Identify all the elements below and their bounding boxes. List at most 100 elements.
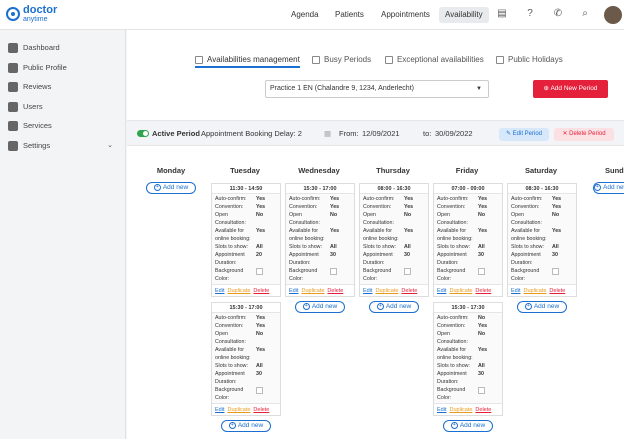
sidebar-item-dashboard[interactable]: Dashboard [8, 41, 60, 55]
color-swatch[interactable] [478, 387, 485, 394]
nav-patients[interactable]: Patients [329, 7, 370, 23]
reviews-icon [8, 82, 18, 93]
field-label: Auto-confirm: [437, 196, 469, 202]
add-new-button-friday[interactable]: + Add new [443, 420, 493, 432]
field-value: No [256, 331, 264, 337]
field-value: Yes [256, 323, 266, 329]
card-row-avail: Available for online booking: Yes [289, 227, 351, 243]
settings-icon [8, 141, 18, 152]
phone-icon[interactable]: ✆ [552, 8, 564, 20]
color-swatch[interactable] [256, 268, 263, 275]
card-row-conv: Convention: Yes [511, 203, 573, 211]
delete-period-button[interactable]: ✕ Delete Period [554, 128, 614, 141]
edit-period-button[interactable]: ✎ Edit Period [499, 128, 549, 141]
nav-availability[interactable]: Availability [439, 7, 489, 23]
add-new-button-wednesday[interactable]: + Add new [295, 301, 345, 313]
delete-link[interactable]: Delete [475, 288, 491, 294]
avatar[interactable] [604, 6, 622, 24]
field-label: Background Color: [289, 268, 318, 282]
add-new-button-monday[interactable]: + Add new [146, 182, 196, 194]
add-new-button-thursday[interactable]: + Add new [369, 301, 419, 313]
add-new-label: Add new [603, 184, 624, 191]
doctor-anytime-logo[interactable]: doctor anytime [6, 4, 86, 26]
card-row-slots: Slots to show: All [215, 362, 277, 370]
practice-select[interactable]: Practice 1 EN (Chalandre 9, 1234, Anderl… [265, 80, 489, 98]
field-value: Yes [256, 204, 266, 210]
card-row-auto: Auto-confirm: No [437, 314, 499, 322]
duplicate-link[interactable]: Duplicate [227, 288, 250, 294]
delete-link[interactable]: Delete [549, 288, 565, 294]
card-row-open: Open Consultation: No [437, 211, 499, 227]
field-value: Yes [256, 347, 266, 353]
color-swatch[interactable] [256, 387, 263, 394]
add-new-button-sunday[interactable]: +Add new [593, 182, 624, 194]
edit-link[interactable]: Edit [511, 288, 520, 294]
card-row-slots: Slots to show: All [437, 243, 499, 251]
booking-delay: Appointment Booking Delay: 2 [201, 129, 302, 138]
card-row-open: Open Consultation: No [215, 211, 277, 227]
plus-circle-icon: + [524, 302, 532, 310]
chevron-down-icon[interactable]: ⌄ [107, 141, 113, 149]
availability-card: 08:30 - 16:30 Auto-confirm: Yes Convention:… [507, 183, 577, 297]
sidebar-item-reviews[interactable]: Reviews [8, 80, 51, 94]
color-swatch[interactable] [330, 268, 337, 275]
sidebar-item-public-profile[interactable]: Public Profile [8, 61, 67, 75]
duplicate-link[interactable]: Duplicate [449, 407, 472, 413]
card-row-bg: Background Color: [511, 267, 573, 283]
duplicate-link[interactable]: Duplicate [227, 407, 250, 413]
messages-icon[interactable]: ▤ [496, 8, 508, 20]
duplicate-link[interactable]: Duplicate [375, 288, 398, 294]
availability-card: 15:30 - 17:00 Auto-confirm: Yes Convention:… [211, 302, 281, 416]
nav-appointments[interactable]: Appointments [375, 7, 436, 23]
help-icon[interactable]: ? [524, 8, 536, 20]
edit-link[interactable]: Edit [215, 288, 224, 294]
field-value: 20 [256, 252, 262, 258]
field-label: Convention: [437, 323, 466, 329]
color-swatch[interactable] [478, 268, 485, 275]
delete-link[interactable]: Delete [327, 288, 343, 294]
card-row-slots: Slots to show: All [363, 243, 425, 251]
tab-busy-periods[interactable]: Busy Periods [312, 52, 371, 68]
card-row-conv: Convention: Yes [437, 203, 499, 211]
logo-icon [6, 7, 20, 21]
field-label: Background Color: [511, 268, 540, 282]
edit-link[interactable]: Edit [215, 407, 224, 413]
color-swatch[interactable] [404, 268, 411, 275]
sidebar-item-label: Reviews [23, 82, 52, 91]
sidebar-item-users[interactable]: Users [8, 100, 43, 114]
nav-agenda[interactable]: Agenda [285, 7, 325, 23]
sidebar-item-settings[interactable]: Settings [8, 139, 50, 153]
card-row-auto: Auto-confirm: Yes [289, 195, 351, 203]
field-label: Appointment Duration: [289, 252, 319, 266]
field-value: No [330, 212, 338, 218]
edit-link[interactable]: Edit [437, 288, 446, 294]
search-icon[interactable]: ⌕ [579, 8, 591, 20]
add-new-button-saturday[interactable]: + Add new [517, 301, 567, 313]
edit-link[interactable]: Edit [289, 288, 298, 294]
delete-link[interactable]: Delete [253, 288, 269, 294]
delete-link[interactable]: Delete [401, 288, 417, 294]
tab-availabilities-management[interactable]: Availabilities management [195, 52, 300, 68]
sidebar-item-services[interactable]: Services [8, 119, 52, 133]
field-value: Yes [478, 347, 488, 353]
calendar-icon: ▦ [324, 129, 332, 138]
edit-link[interactable]: Edit [363, 288, 372, 294]
field-label: Available for online booking: [437, 347, 473, 361]
add-new-button-tuesday[interactable]: + Add new [221, 420, 271, 432]
color-swatch[interactable] [552, 268, 559, 275]
delete-link[interactable]: Delete [253, 407, 269, 413]
from-date: 12/09/2021 [362, 129, 400, 138]
card-actions: Edit Duplicate Delete [212, 284, 280, 296]
duplicate-link[interactable]: Duplicate [449, 288, 472, 294]
duplicate-link[interactable]: Duplicate [523, 288, 546, 294]
active-period-toggle[interactable] [137, 130, 149, 137]
field-label: Appointment Duration: [363, 252, 393, 266]
add-new-label: Add new [237, 422, 264, 429]
tab-public-holidays[interactable]: Public Holidays [496, 52, 563, 68]
delete-link[interactable]: Delete [475, 407, 491, 413]
duplicate-link[interactable]: Duplicate [301, 288, 324, 294]
field-value: All [404, 244, 411, 250]
add-new-period-button[interactable]: ⊕ Add New Period [533, 80, 608, 98]
edit-link[interactable]: Edit [437, 407, 446, 413]
tab-exceptional-availabilities[interactable]: Exceptional availabilities [385, 52, 484, 68]
